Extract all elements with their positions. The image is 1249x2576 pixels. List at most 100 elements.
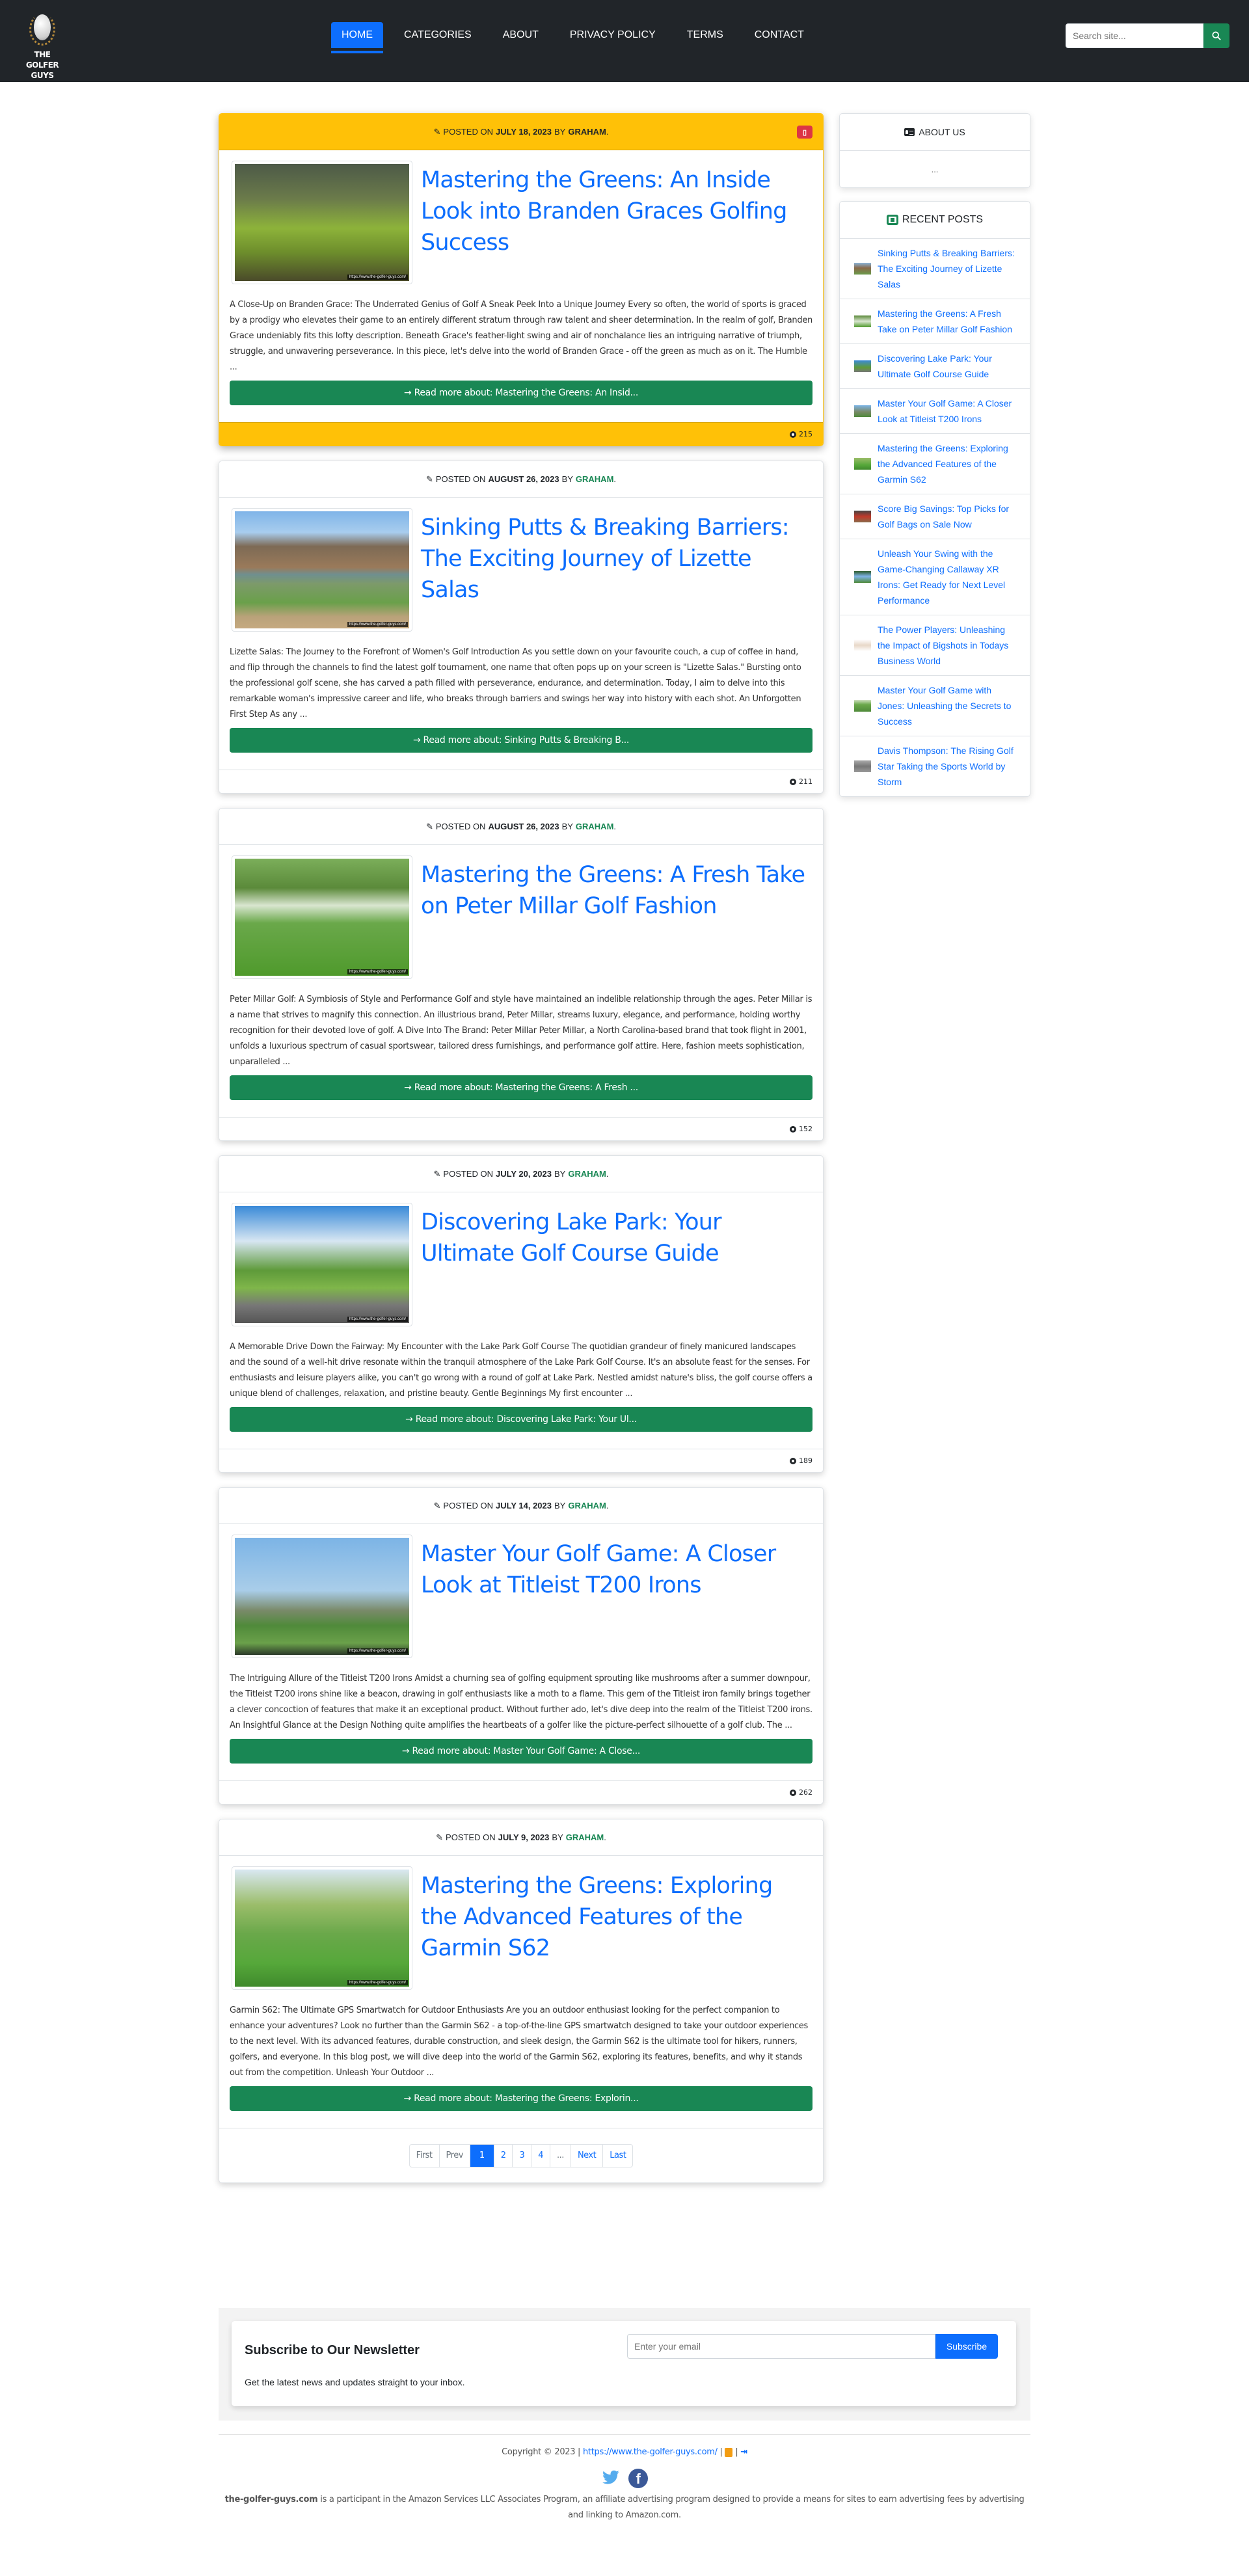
- recent-post-link[interactable]: Mastering the Greens: A Fresh Take on Pe…: [878, 306, 1019, 337]
- read-more-button[interactable]: → Read more about: Mastering the Greens:…: [230, 2086, 813, 2111]
- post-meta: ✎ POSTED ON JULY 20, 2023 BY GRAHAM.: [219, 1156, 823, 1192]
- newsletter-subtitle: Get the latest news and updates straight…: [245, 2377, 465, 2387]
- login-icon[interactable]: ⇥: [740, 2447, 747, 2457]
- image-watermark: https://www.the-golfer-guys.com/: [347, 275, 408, 280]
- eye-icon: [790, 1457, 796, 1464]
- eye-icon: [790, 431, 796, 438]
- separator: |: [735, 2447, 738, 2457]
- post-author[interactable]: GRAHAM: [568, 1501, 606, 1510]
- recent-post-item: Sinking Putts & Breaking Barriers: The E…: [840, 239, 1030, 299]
- pencil-icon: ✎: [436, 1832, 444, 1842]
- recent-post-item: Davis Thompson: The Rising Golf Star Tak…: [840, 736, 1030, 796]
- post-meta: ✎ POSTED ON JULY 9, 2023 BY GRAHAM.: [219, 1819, 823, 1856]
- page-link-ellipsis: ...: [550, 2144, 571, 2167]
- posted-on-label: POSTED ON: [443, 1169, 493, 1179]
- post-footer: 262: [219, 1780, 823, 1804]
- page-link-1[interactable]: 1: [470, 2144, 494, 2167]
- post-thumbnail[interactable]: https://www.the-golfer-guys.com/: [232, 855, 412, 979]
- recent-post-link[interactable]: Master Your Golf Game with Jones: Unleas…: [878, 682, 1019, 729]
- post-body: https://www.the-golfer-guys.com/ Masteri…: [219, 1856, 823, 2128]
- recent-post-thumbnail[interactable]: [854, 571, 871, 583]
- site-link[interactable]: https://www.the-golfer-guys.com/: [583, 2447, 718, 2457]
- facebook-icon[interactable]: f: [628, 2469, 648, 2488]
- post-thumbnail[interactable]: https://www.the-golfer-guys.com/: [232, 1203, 412, 1326]
- recent-post-thumbnail[interactable]: [854, 458, 871, 470]
- read-more-button[interactable]: → Read more about: Mastering the Greens:…: [230, 1075, 813, 1100]
- separator: |: [719, 2447, 723, 2457]
- recent-post-link[interactable]: Unleash Your Swing with the Game-Changin…: [878, 546, 1019, 608]
- recent-post-item: Master Your Golf Game with Jones: Unleas…: [840, 676, 1030, 736]
- post-thumbnail[interactable]: https://www.the-golfer-guys.com/: [232, 161, 412, 284]
- by-label: BY: [561, 474, 573, 484]
- page-link-2[interactable]: 2: [494, 2144, 513, 2167]
- post-body: https://www.the-golfer-guys.com/ Sinking…: [219, 498, 823, 770]
- post-image: https://www.the-golfer-guys.com/: [235, 1538, 409, 1655]
- post-title-link[interactable]: Master Your Golf Game: A Closer Look at …: [421, 1538, 813, 1658]
- footer-divider: [219, 2434, 1030, 2435]
- recent-post-thumbnail[interactable]: [854, 263, 871, 275]
- post-title-link[interactable]: Mastering the Greens: Exploring the Adva…: [421, 1870, 813, 1990]
- post-title-link[interactable]: Discovering Lake Park: Your Ultimate Gol…: [421, 1207, 813, 1326]
- newsletter-title: Subscribe to Our Newsletter: [245, 2343, 420, 2357]
- nav-categories[interactable]: CATEGORIES: [394, 22, 482, 48]
- post-author[interactable]: GRAHAM: [568, 127, 606, 137]
- site-logo[interactable]: THE GOLFER GUYS: [20, 13, 65, 81]
- footer: Copyright © 2023 | https://www.the-golfe…: [219, 2441, 1030, 2523]
- read-more-button[interactable]: → Read more about: Sinking Putts & Break…: [230, 728, 813, 753]
- post-thumbnail[interactable]: https://www.the-golfer-guys.com/: [232, 1535, 412, 1658]
- subscribe-button[interactable]: Subscribe: [935, 2334, 998, 2359]
- nav-privacy-policy[interactable]: PRIVACY POLICY: [559, 22, 666, 48]
- post-author[interactable]: GRAHAM: [576, 474, 614, 484]
- search-button[interactable]: [1203, 23, 1229, 48]
- recent-post-thumbnail[interactable]: [854, 760, 871, 772]
- post-thumbnail[interactable]: https://www.the-golfer-guys.com/: [232, 1866, 412, 1990]
- recent-post-link[interactable]: Sinking Putts & Breaking Barriers: The E…: [878, 245, 1019, 292]
- recent-post-thumbnail[interactable]: [854, 360, 871, 372]
- recent-post-link[interactable]: Score Big Savings: Top Picks for Golf Ba…: [878, 501, 1019, 532]
- post-list: ✎ POSTED ON JULY 18, 2023 BY GRAHAM. ▯ h…: [219, 113, 824, 2197]
- post-image: https://www.the-golfer-guys.com/: [235, 1870, 409, 1987]
- newspaper-icon: [886, 215, 898, 225]
- post-title-link[interactable]: Mastering the Greens: A Fresh Take on Pe…: [421, 859, 813, 979]
- post-body: https://www.the-golfer-guys.com/ Masteri…: [219, 150, 823, 422]
- recent-post-thumbnail[interactable]: [854, 639, 871, 651]
- recent-post-link[interactable]: Master Your Golf Game: A Closer Look at …: [878, 396, 1019, 427]
- nav-about[interactable]: ABOUT: [492, 22, 549, 48]
- twitter-icon[interactable]: [601, 2469, 621, 2487]
- recent-post-link[interactable]: Discovering Lake Park: Your Ultimate Gol…: [878, 351, 1019, 382]
- post-title-link[interactable]: Mastering the Greens: An Inside Look int…: [421, 165, 813, 284]
- page-link-4[interactable]: 4: [531, 2144, 551, 2167]
- recent-post-link[interactable]: The Power Players: Unleashing the Impact…: [878, 622, 1019, 669]
- search-input[interactable]: [1066, 23, 1203, 48]
- recent-post-item: Mastering the Greens: A Fresh Take on Pe…: [840, 299, 1030, 344]
- recent-post-link[interactable]: Mastering the Greens: Exploring the Adva…: [878, 440, 1019, 487]
- recent-post-thumbnail[interactable]: [854, 315, 871, 327]
- recent-post-thumbnail[interactable]: [854, 511, 871, 522]
- recent-posts-header: RECENT POSTS: [840, 202, 1030, 239]
- nav-terms[interactable]: TERMS: [677, 22, 734, 48]
- post-author[interactable]: GRAHAM: [566, 1832, 604, 1842]
- sidebar: ABOUT US ... RECENT POSTS Sinking Putts …: [839, 113, 1030, 810]
- rss-icon[interactable]: [725, 2447, 733, 2457]
- nav-home[interactable]: HOME: [331, 22, 383, 53]
- recent-post-link[interactable]: Davis Thompson: The Rising Golf Star Tak…: [878, 743, 1019, 790]
- read-more-button[interactable]: → Read more about: Mastering the Greens:…: [230, 381, 813, 405]
- newsletter-email-input[interactable]: [627, 2334, 935, 2359]
- search-form: [1066, 23, 1229, 48]
- recent-post-thumbnail[interactable]: [854, 405, 871, 417]
- read-more-button[interactable]: → Read more about: Discovering Lake Park…: [230, 1407, 813, 1432]
- by-label: BY: [554, 1169, 566, 1179]
- pagination: First Prev 1 2 3 4... Next Last: [409, 2143, 634, 2167]
- nav-contact[interactable]: CONTACT: [744, 22, 814, 48]
- read-more-button[interactable]: → Read more about: Master Your Golf Game…: [230, 1739, 813, 1764]
- page-link-last[interactable]: Last: [603, 2145, 632, 2167]
- recent-post-thumbnail[interactable]: [854, 700, 871, 712]
- pencil-icon: ✎: [425, 821, 433, 831]
- post-author[interactable]: GRAHAM: [568, 1169, 606, 1179]
- recent-post-item: Master Your Golf Game: A Closer Look at …: [840, 389, 1030, 434]
- post-author[interactable]: GRAHAM: [576, 822, 614, 831]
- post-thumbnail[interactable]: https://www.the-golfer-guys.com/: [232, 508, 412, 632]
- page-link-3[interactable]: 3: [513, 2144, 532, 2167]
- post-title-link[interactable]: Sinking Putts & Breaking Barriers: The E…: [421, 512, 813, 632]
- page-link-next[interactable]: Next: [571, 2144, 604, 2167]
